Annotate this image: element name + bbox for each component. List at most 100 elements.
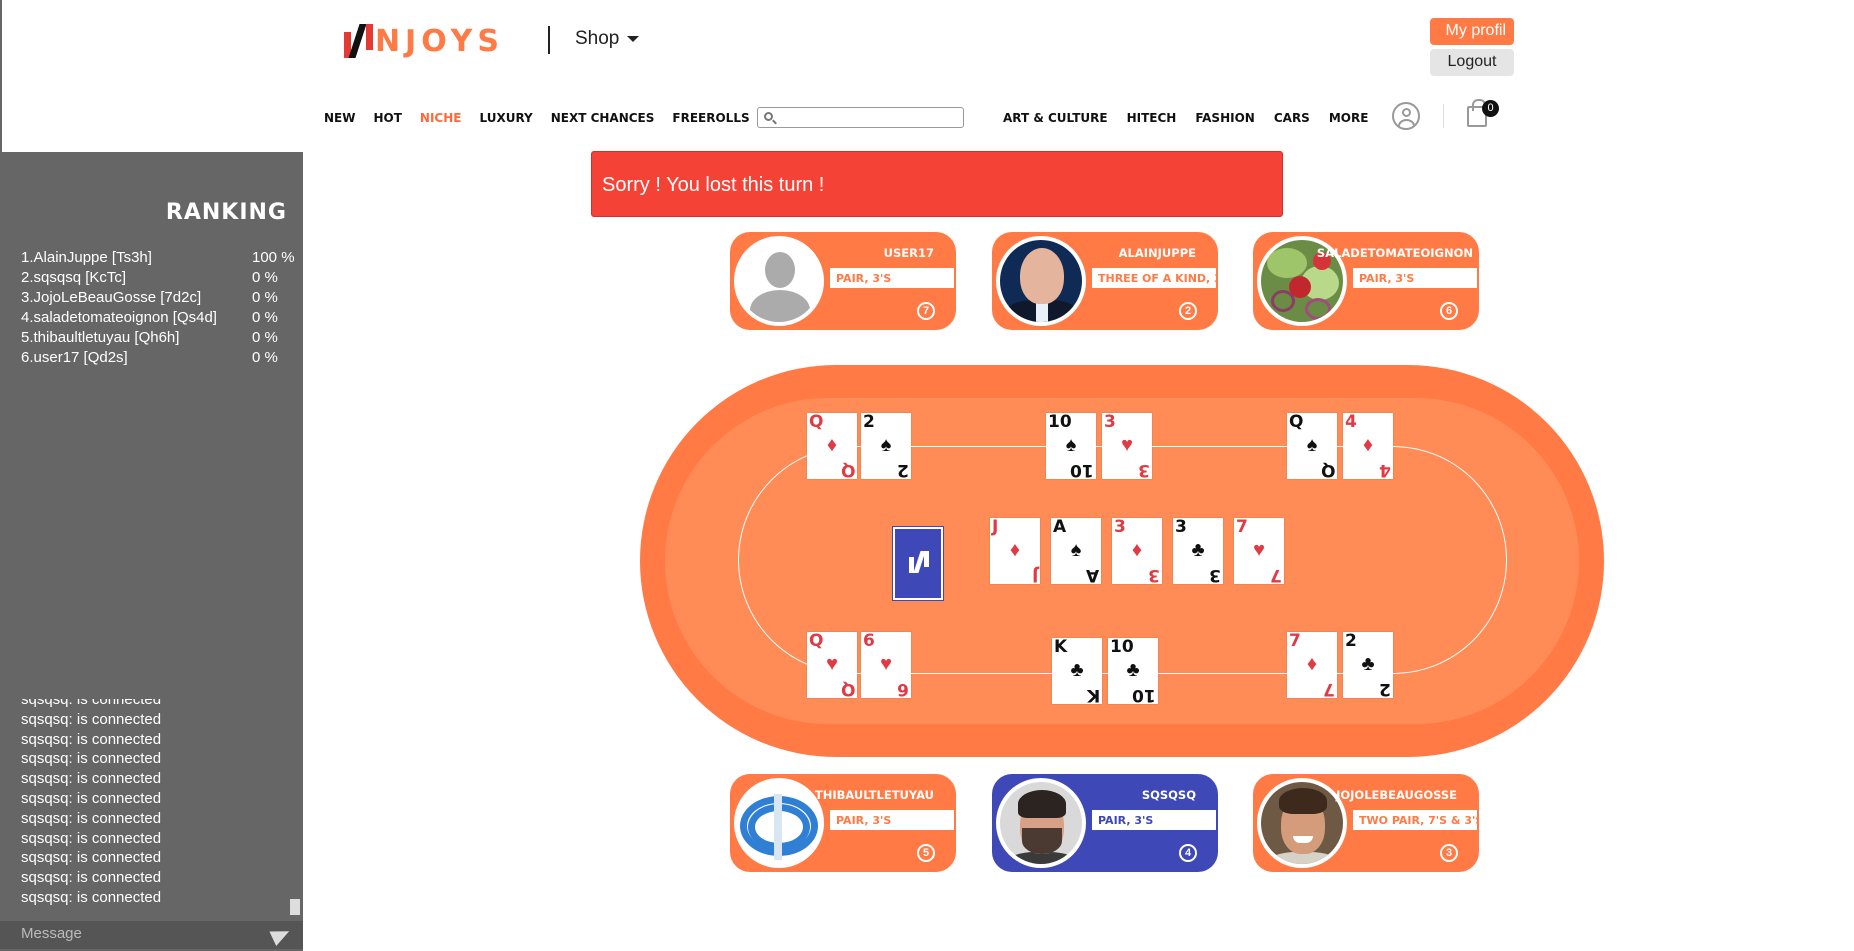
portrait-alain bbox=[1000, 240, 1082, 322]
ranking-percent: 100 % bbox=[252, 249, 295, 266]
shop-label: Shop bbox=[575, 28, 620, 49]
nav-item-fashion[interactable]: FASHION bbox=[1195, 111, 1255, 125]
playing-card: 4 ♦ 4 bbox=[1343, 412, 1393, 480]
card-suit: ♠ bbox=[1306, 434, 1318, 456]
search-input[interactable] bbox=[757, 107, 964, 128]
community-card: 7 ♥ 7 bbox=[1234, 517, 1284, 585]
smiling-man-photo bbox=[1261, 782, 1343, 864]
card-rank-bottom: 7 bbox=[1270, 565, 1282, 585]
card-rank-bottom: 2 bbox=[1379, 679, 1391, 699]
card-rank: Q bbox=[809, 631, 824, 651]
njoys-logo[interactable]: NJOYS bbox=[344, 20, 504, 62]
my-profil-button[interactable]: My profil bbox=[1430, 18, 1514, 45]
playing-card: Q ♥ Q bbox=[807, 631, 857, 699]
player-hand: PAIR, 3'S bbox=[1090, 808, 1218, 832]
card-rank: 4 bbox=[1345, 412, 1357, 432]
card-rank: 10 bbox=[1048, 412, 1072, 432]
card-rank-bottom: J bbox=[1031, 565, 1038, 585]
player-name: THIBAULTLETUYAU bbox=[814, 788, 934, 802]
card-rank-bottom: 6 bbox=[897, 679, 909, 699]
nav-item-hot[interactable]: HOT bbox=[373, 111, 401, 125]
search-icon bbox=[764, 112, 773, 121]
playing-card: Q ♠ Q bbox=[1287, 413, 1337, 480]
chat-message: sqsqsq: is connected bbox=[21, 888, 162, 906]
avatar bbox=[993, 233, 1089, 329]
player-seat-user17: USER17 PAIR, 3'S 7 bbox=[730, 232, 956, 330]
nav-item-new[interactable]: NEW bbox=[324, 111, 355, 125]
player-hand: PAIR, 3'S bbox=[828, 808, 956, 832]
community-card: A ♠ A bbox=[1051, 518, 1101, 585]
chat-log[interactable]: sqsqsq: is connected sqsqsq: is connecte… bbox=[21, 699, 291, 915]
card-rank: 7 bbox=[1289, 631, 1301, 651]
player-hand: PAIR, 3'S bbox=[828, 266, 956, 290]
card-suit: ♦ bbox=[1362, 434, 1374, 456]
player-seat-alainjuppe: ALAINJUPPE THREE OF A KIND, 3'S 2 bbox=[992, 232, 1218, 330]
chat-scrollbar[interactable] bbox=[290, 899, 300, 915]
card-rank-bottom: 3 bbox=[1138, 460, 1150, 480]
player-name: ALAINJUPPE bbox=[1118, 246, 1196, 260]
seat-number: 2 bbox=[1179, 302, 1197, 320]
ranking-player: 2.sqsqsq [KcTc] bbox=[21, 269, 127, 286]
nav-item-art-culture[interactable]: ART & CULTURE bbox=[1003, 111, 1108, 125]
chat-message: sqsqsq: is connected bbox=[21, 829, 162, 847]
playing-card: 7 ♦ 7 bbox=[1287, 631, 1337, 699]
card-rank-bottom: 3 bbox=[1209, 565, 1221, 585]
chat-message: sqsqsq: is connected bbox=[21, 699, 162, 708]
card-rank: 3 bbox=[1104, 412, 1116, 432]
chat-message: sqsqsq: is connected bbox=[21, 849, 162, 867]
nav-item-luxury[interactable]: LUXURY bbox=[479, 111, 532, 125]
seat-number: 6 bbox=[1440, 302, 1458, 320]
card-rank: 6 bbox=[863, 631, 875, 651]
player-seat-thibaultletuyau: THIBAULTLETUYAU PAIR, 3'S 5 bbox=[730, 774, 956, 872]
cart-count-badge: 0 bbox=[1482, 100, 1499, 117]
playing-card: Q ♦ Q bbox=[807, 413, 857, 480]
player-hand: TWO PAIR, 7'S & 3'S bbox=[1351, 808, 1479, 832]
ranking-player: 5.thibaultletuyau [Qh6h] bbox=[21, 329, 180, 346]
sidebar-edge bbox=[0, 0, 2, 152]
nav-item-next-chances[interactable]: NEXT CHANCES bbox=[551, 111, 655, 125]
nav-item-hitech[interactable]: HITECH bbox=[1127, 111, 1177, 125]
shop-dropdown[interactable]: Shop bbox=[575, 28, 640, 50]
nav-item-niche[interactable]: NICHE bbox=[420, 111, 462, 125]
playing-card: 3 ♥ 3 bbox=[1102, 412, 1152, 480]
ranking-row: 1.AlainJuppe [Ts3h] 100 % bbox=[21, 248, 296, 268]
card-suit: ♣ bbox=[1191, 539, 1205, 561]
player-name: USER17 bbox=[883, 246, 934, 260]
card-rank-bottom: 3 bbox=[1148, 565, 1160, 585]
user-account-icon[interactable] bbox=[1392, 102, 1420, 130]
ranking-percent: 0 % bbox=[252, 289, 278, 306]
ranking-percent: 0 % bbox=[252, 329, 278, 346]
category-nav-right: ART & CULTURE HITECH FASHION CARS MORE bbox=[1003, 111, 1368, 125]
logout-button[interactable]: Logout bbox=[1430, 49, 1514, 76]
card-rank: 7 bbox=[1236, 517, 1248, 537]
message-bar: Message bbox=[0, 921, 303, 949]
ranking-percent: 0 % bbox=[252, 269, 278, 286]
card-rank: 3 bbox=[1175, 517, 1187, 537]
avatar bbox=[731, 775, 827, 871]
nav-item-cars[interactable]: CARS bbox=[1274, 111, 1310, 125]
card-suit: ♠ bbox=[880, 434, 892, 456]
message-input[interactable]: Message bbox=[21, 925, 82, 942]
send-icon[interactable] bbox=[269, 923, 293, 947]
ranking-player: 6.user17 [Qd2s] bbox=[21, 349, 128, 366]
card-rank: 10 bbox=[1110, 637, 1134, 657]
player-name: SQSQSQ bbox=[1141, 788, 1196, 802]
card-deck bbox=[893, 527, 943, 600]
player-hand: THREE OF A KIND, 3'S bbox=[1090, 266, 1218, 290]
card-suit: ♦ bbox=[1131, 539, 1143, 561]
ranking-list: 1.AlainJuppe [Ts3h] 100 % 2.sqsqsq [KcTc]… bbox=[21, 248, 296, 368]
card-rank-bottom: Q bbox=[840, 679, 855, 699]
card-rank-bottom: 4 bbox=[1379, 460, 1391, 480]
community-card: J ♦ J bbox=[990, 518, 1040, 585]
ranking-percent: 0 % bbox=[252, 349, 278, 366]
njoys-logo-mark bbox=[344, 22, 373, 60]
turn-result-alert: Sorry ! You lost this turn ! bbox=[591, 151, 1283, 217]
nav-item-more[interactable]: MORE bbox=[1329, 111, 1369, 125]
card-suit: ♣ bbox=[1361, 653, 1375, 675]
ranking-row: 6.user17 [Qd2s] 0 % bbox=[21, 348, 296, 368]
chat-message: sqsqsq: is connected bbox=[21, 710, 162, 728]
playing-card: K ♣ K bbox=[1052, 638, 1102, 705]
chat-message: sqsqsq: is connected bbox=[21, 869, 162, 887]
nav-item-freerolls[interactable]: FREEROLLS bbox=[672, 111, 749, 125]
card-suit: ♥ bbox=[826, 653, 838, 675]
